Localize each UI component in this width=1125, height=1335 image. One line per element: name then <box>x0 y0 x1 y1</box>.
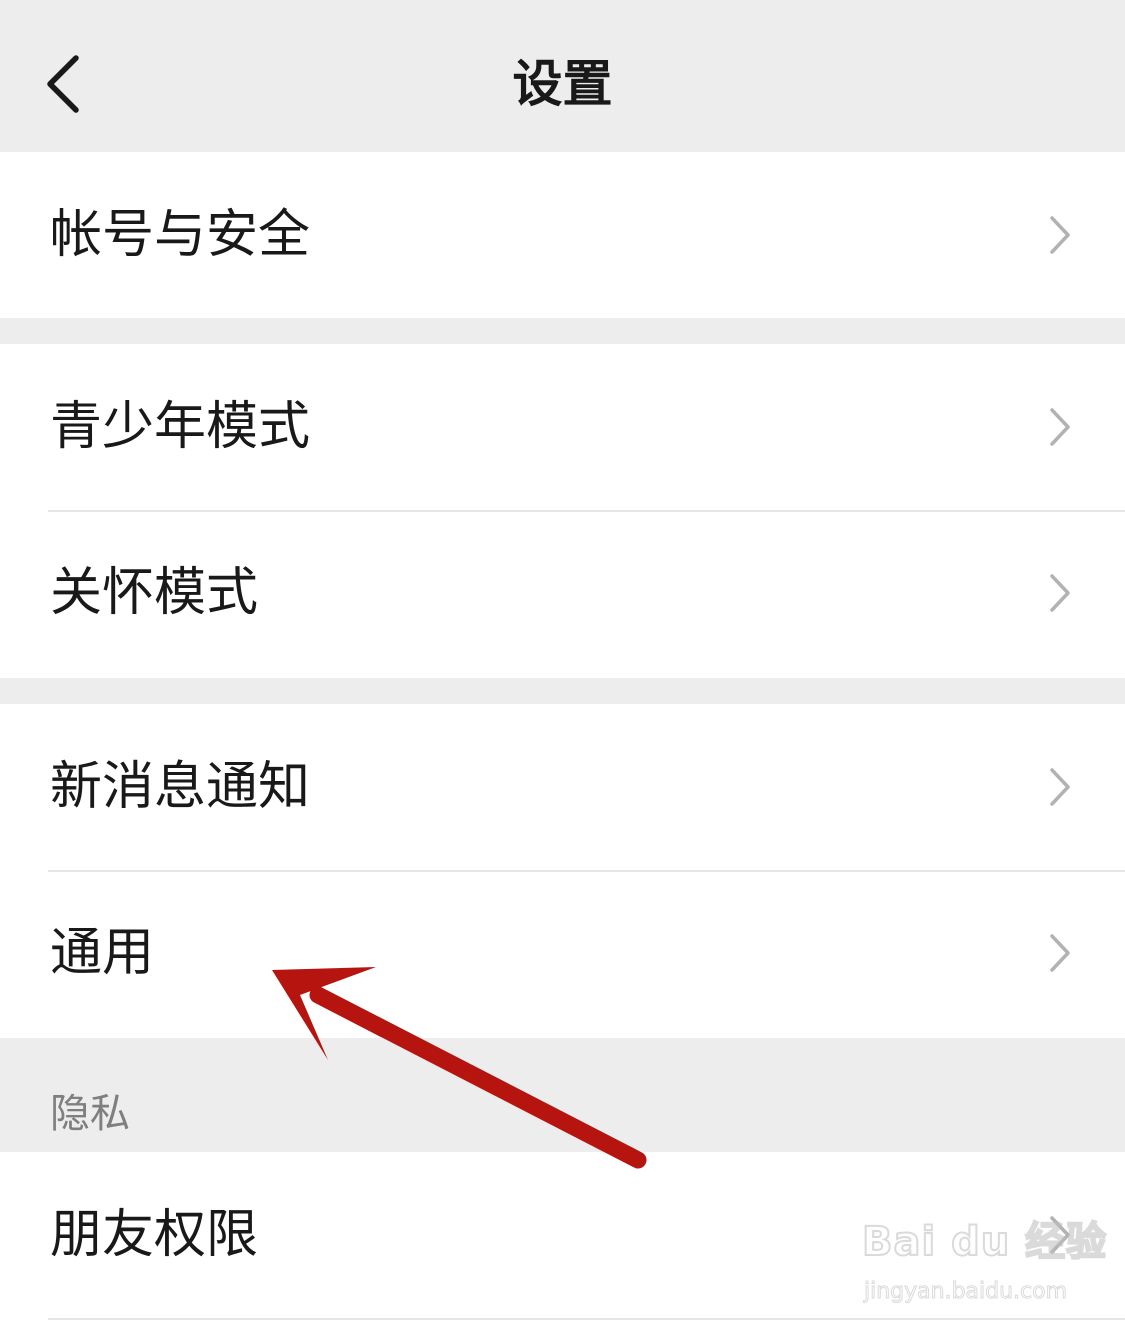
settings-group-general: 新消息通知 通用 <box>0 704 1125 1038</box>
settings-item-label: 青少年模式 <box>50 397 311 457</box>
nav-bar: 设置 <box>0 0 1125 152</box>
settings-item-label: 帐号与安全 <box>50 205 311 265</box>
settings-item-general[interactable]: 通用 <box>0 870 1125 1036</box>
watermark-logo: Bai du 经验 <box>861 1218 1108 1266</box>
chevron-right-icon <box>1050 408 1070 446</box>
section-title-privacy: 隐私 <box>50 1091 130 1137</box>
settings-item-account-security[interactable]: 帐号与安全 <box>0 152 1125 318</box>
watermark-url: jingyan.baidu.com <box>863 1279 1068 1305</box>
chevron-right-icon <box>1050 934 1070 972</box>
settings-item-label: 朋友权限 <box>50 1205 259 1265</box>
settings-item-label: 新消息通知 <box>50 757 311 817</box>
settings-group-account: 帐号与安全 <box>0 152 1125 318</box>
chevron-right-icon <box>1050 216 1070 254</box>
chevron-right-icon <box>1050 574 1070 612</box>
settings-item-care-mode[interactable]: 关怀模式 <box>0 510 1125 676</box>
settings-item-label: 通用 <box>50 923 155 983</box>
settings-item-notifications[interactable]: 新消息通知 <box>0 704 1125 870</box>
chevron-right-icon <box>1050 768 1070 806</box>
watermark: Bai du 经验 jingyan.baidu.com <box>861 1210 1107 1320</box>
settings-group-modes: 青少年模式 关怀模式 <box>0 344 1125 678</box>
settings-item-teen-mode[interactable]: 青少年模式 <box>0 344 1125 510</box>
page-title: 设置 <box>512 55 613 113</box>
settings-item-label: 关怀模式 <box>50 563 259 623</box>
